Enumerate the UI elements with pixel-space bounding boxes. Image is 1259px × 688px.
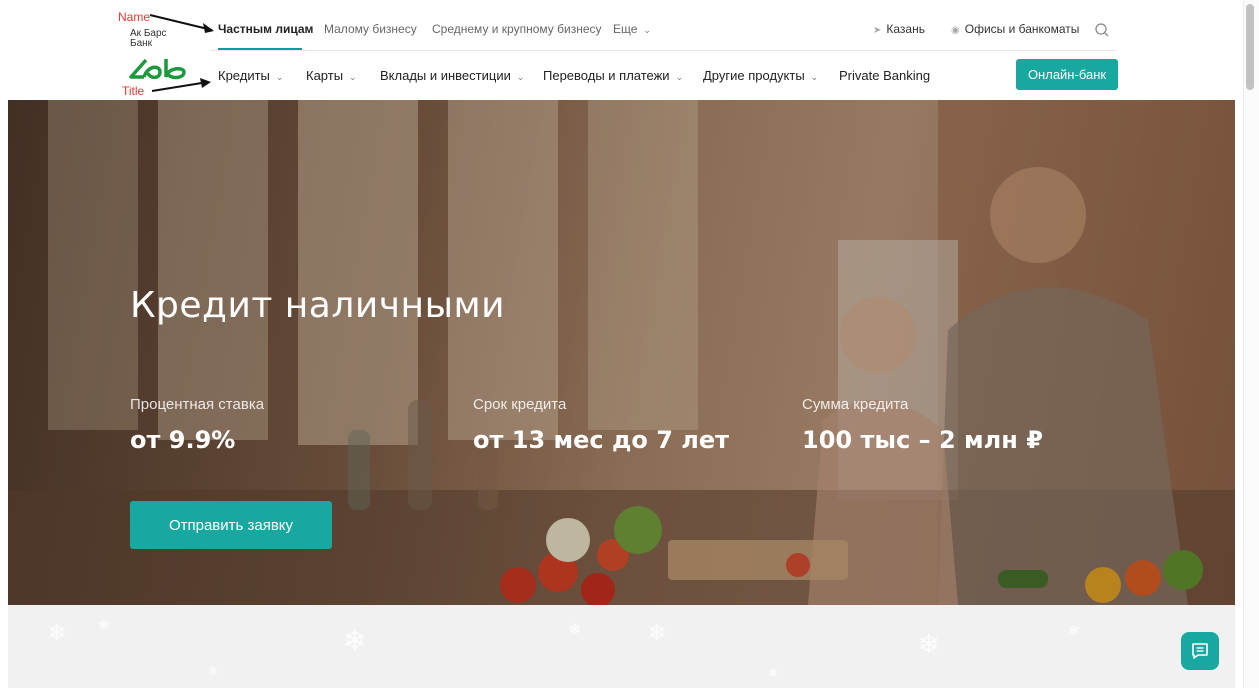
top-navigation: Name Title Ак Барс Банк Частным лицам Ма… [0,0,1243,100]
city-selector[interactable]: ➤ Казань [873,22,925,36]
segment-more-label: Еще [613,22,638,36]
menu-item-credits[interactable]: Кредиты ⌄ [218,68,283,83]
map-pin-icon: ◉ [951,25,960,36]
annotation-name-label: Name [118,10,151,24]
segment-corporate[interactable]: Среднему и крупному бизнесу [432,22,602,36]
snowflake-pattern: ❄ ❄ ❄ ❄ ❄ ❄ ❄ ❄ ❄ [48,618,1080,680]
svg-text:❄: ❄ [918,630,940,660]
annotation-title-label: Title [122,84,145,98]
chevron-down-icon: ⌄ [516,72,525,82]
chevron-down-icon: ⌄ [349,72,357,82]
location-arrow-icon: ➤ [873,25,882,36]
svg-text:❄: ❄ [98,618,110,634]
menu-item-deposits-label: Вклады и инвестиции [380,68,511,83]
hero-banner: Кредит наличными Процентная ставка от 9.… [8,100,1235,605]
search-icon[interactable] [1095,23,1109,37]
brand-name-line2: Банк [130,38,153,49]
svg-text:❄: ❄ [208,664,218,678]
city-label: Казань [886,22,925,36]
chat-button[interactable] [1181,632,1219,670]
menu-item-private-banking[interactable]: Private Banking [839,68,930,83]
hero-title: Кредит наличными [130,285,506,326]
menu-item-cards[interactable]: Карты ⌄ [306,68,357,83]
svg-text:❄: ❄ [343,624,366,657]
segment-more[interactable]: Еще ⌄ [613,22,651,36]
stat-term-label: Срок кредита [473,396,567,413]
nav-divider [210,50,1117,51]
stat-rate-value: от 9.9% [130,426,236,454]
offices-link[interactable]: ◉ Офисы и банкоматы [951,22,1079,36]
chevron-down-icon: ⌄ [275,72,284,82]
stat-rate-label: Процентная ставка [130,396,265,413]
stat-term-value: от 13 мес до 7 лет [473,426,730,454]
segment-small-business[interactable]: Малому бизнесу [324,22,417,36]
scrollbar-thumb[interactable] [1246,4,1254,90]
online-bank-button[interactable]: Онлайн-банк [1016,59,1118,90]
menu-item-credits-label: Кредиты [218,68,270,83]
svg-text:❄: ❄ [568,620,581,639]
chat-icon [1192,643,1208,659]
menu-item-transfers[interactable]: Переводы и платежи ⌄ [543,68,683,83]
lower-section: ❄ ❄ ❄ ❄ ❄ ❄ ❄ ❄ ❄ [8,605,1235,688]
chevron-down-icon: ⌄ [675,72,684,82]
menu-item-deposits[interactable]: Вклады и инвестиции ⌄ [380,68,524,83]
scrollbar[interactable] [1243,0,1259,688]
menu-item-cards-label: Карты [306,68,344,83]
menu-item-other-products-label: Другие продукты [703,68,805,83]
chevron-down-icon: ⌄ [810,72,819,82]
stat-amount-label: Сумма кредита [802,396,909,413]
svg-text:❄: ❄ [648,621,666,646]
menu-item-other-products[interactable]: Другие продукты ⌄ [703,68,818,83]
brand-logo-icon[interactable] [128,55,194,83]
svg-text:❄: ❄ [768,666,778,680]
submit-application-button[interactable]: Отправить заявку [130,501,332,549]
menu-item-transfers-label: Переводы и платежи [543,68,670,83]
brand-name[interactable]: Ак Барс Банк [130,29,167,49]
svg-text:❄: ❄ [48,621,66,646]
svg-text:❄: ❄ [1068,623,1080,639]
stat-amount-value: 100 тыс – 2 млн ₽ [802,426,1043,454]
segment-private-clients[interactable]: Частным лицам [218,22,313,36]
offices-label: Офисы и банкоматы [964,22,1080,36]
chevron-down-icon: ⌄ [643,25,651,35]
